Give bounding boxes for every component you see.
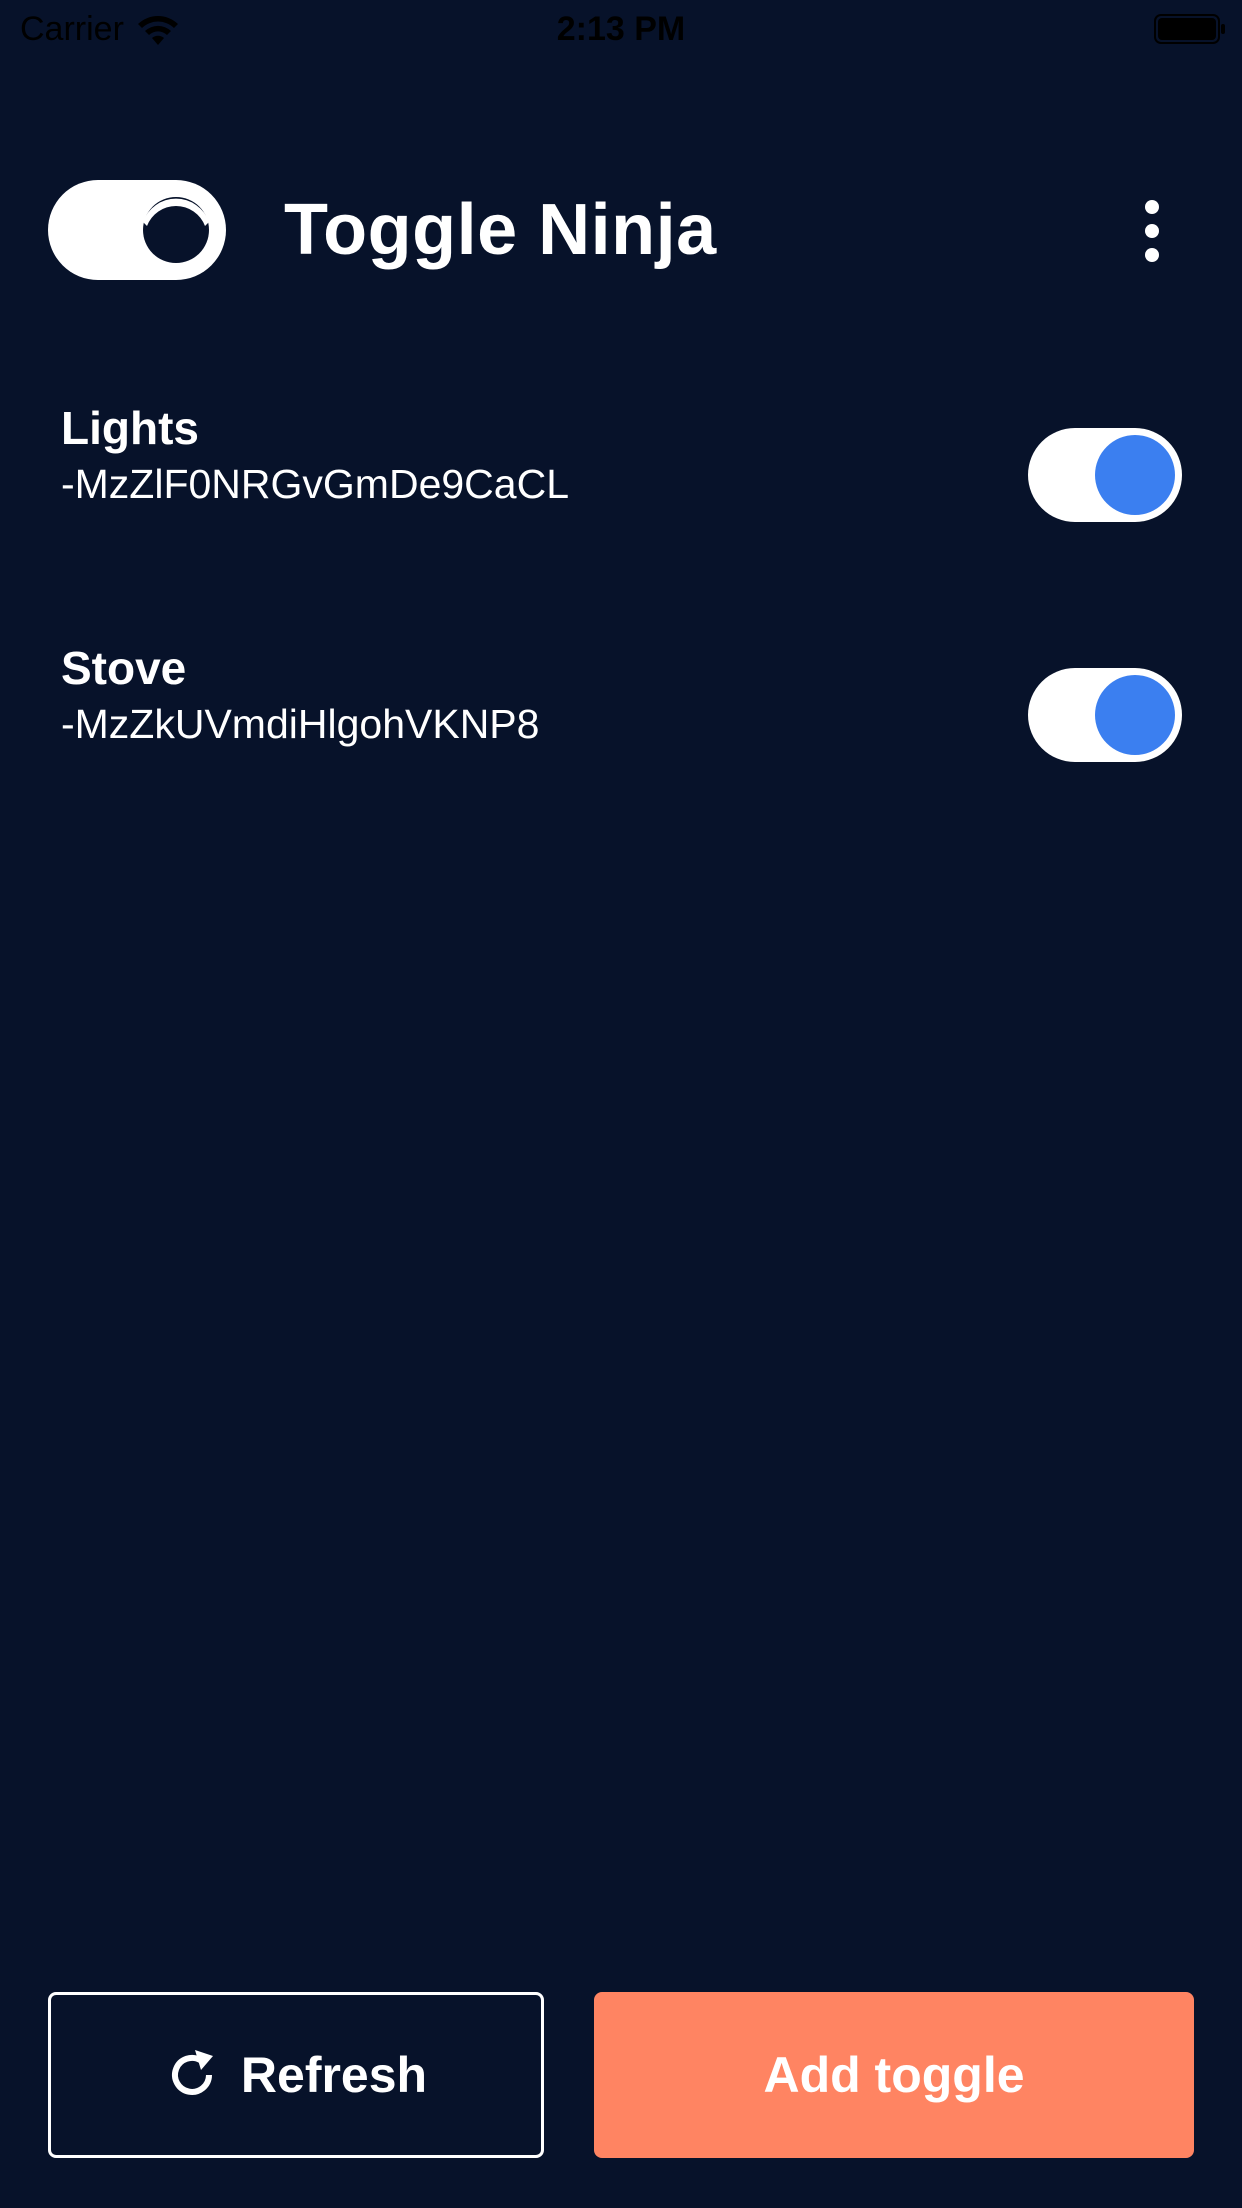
status-bar: Carrier 2:13 PM <box>0 0 1242 60</box>
app-header: Toggle Ninja <box>0 160 1242 300</box>
refresh-button[interactable]: Refresh <box>48 1992 544 2158</box>
more-vertical-icon <box>1145 200 1159 214</box>
toggle-list: Lights -MzZlF0NRGvGmDe9CaCL Stove -MzZkU… <box>0 400 1242 880</box>
switch-knob <box>1095 675 1175 755</box>
toggle-id: -MzZlF0NRGvGmDe9CaCL <box>61 461 569 507</box>
toggle-text: Lights -MzZlF0NRGvGmDe9CaCL <box>61 400 569 512</box>
toggle-name: Stove <box>61 642 187 694</box>
more-vertical-icon-dot <box>1145 248 1159 262</box>
refresh-button-label: Refresh <box>240 2047 428 2103</box>
add-toggle-button-label: Add toggle <box>763 2047 1025 2103</box>
refresh-icon <box>171 2050 213 2095</box>
toggle-name: Lights <box>61 402 199 454</box>
list-item: Lights -MzZlF0NRGvGmDe9CaCL <box>0 400 1242 640</box>
app-title: Toggle Ninja <box>284 190 717 270</box>
list-item: Stove -MzZkUVmdiHlgohVKNP8 <box>0 640 1242 880</box>
more-options-button[interactable] <box>1132 200 1172 262</box>
add-toggle-button[interactable]: Add toggle <box>594 1992 1194 2158</box>
toggle-id: -MzZkUVmdiHlgohVKNP8 <box>61 701 540 747</box>
toggle-switch[interactable] <box>1028 668 1182 762</box>
status-time: 2:13 PM <box>556 10 686 48</box>
more-vertical-icon-dot <box>1145 224 1159 238</box>
toggle-logo-icon <box>48 180 226 280</box>
battery-icon <box>1154 14 1225 44</box>
switch-knob <box>1095 435 1175 515</box>
toggle-text: Stove -MzZkUVmdiHlgohVKNP8 <box>61 640 539 752</box>
toggle-switch[interactable] <box>1028 428 1182 522</box>
